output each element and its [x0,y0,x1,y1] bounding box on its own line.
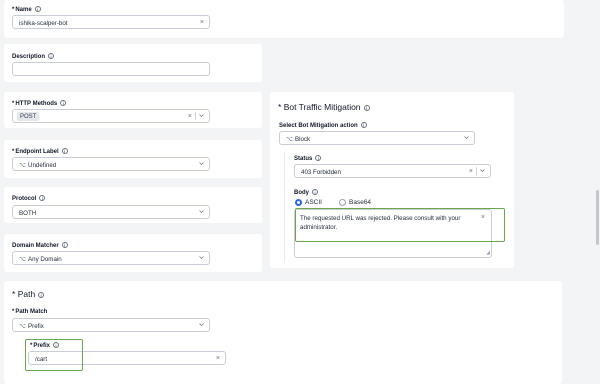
status-label: Status i [294,155,322,162]
name-value: ishika-scalper-bot [19,19,68,27]
protocol-value: BOTH [19,209,37,217]
info-icon[interactable]: i [61,242,68,248]
path-match-value: Prefix [28,322,44,330]
bot-mitigation-title: * Bot Traffic Mitigation i [278,102,370,112]
info-icon[interactable]: i [315,155,322,161]
protocol-card: Protocol i BOTH [4,187,262,223]
endpoint-label-select[interactable]: ⌥ Undefined [12,157,210,171]
chevron-down-icon[interactable] [199,113,204,118]
close-icon[interactable]: × [216,355,220,362]
ascii-radio[interactable] [295,199,302,206]
domain-matcher-card: Domain Matcher i ⌥ Any Domain [4,234,262,272]
description-card: Description i [4,44,262,82]
close-icon[interactable]: × [188,113,192,120]
chevron-down-icon[interactable] [199,322,204,327]
name-label: *Name i [12,6,41,13]
resize-handle-icon[interactable]: ◢ [486,250,490,256]
base64-radio[interactable] [339,199,346,206]
chevron-down-icon[interactable] [464,135,469,140]
chevron-down-icon[interactable] [199,161,204,166]
separator [476,167,477,175]
mitigation-action-select[interactable]: ⌥ Block [279,131,475,145]
chevron-down-icon[interactable] [199,209,204,214]
endpoint-label-card: *Endpoint Label i ⌥ Undefined [4,140,262,178]
info-icon[interactable]: i [48,53,55,59]
http-methods-select[interactable]: POST × [12,109,210,123]
path-match-label: *Path Match [12,309,48,315]
endpoint-label-label: *Endpoint Label i [12,148,68,155]
body-highlight [295,208,505,242]
path-match-select[interactable]: ⌥ Prefix [12,318,210,332]
info-icon[interactable]: i [61,148,68,154]
page-scrollbar[interactable] [596,190,599,245]
path-section-title: * Path i [12,289,45,299]
select-icon: ⌥ [286,136,293,143]
info-icon[interactable]: i [360,122,367,128]
status-select[interactable]: 403 Forbidden × [294,164,491,178]
domain-matcher-label: Domain Matcher i [12,242,68,249]
select-icon: ⌥ [19,256,26,263]
endpoint-label-value: Undefined [28,161,57,169]
ascii-label: ASCII [305,199,322,206]
protocol-label: Protocol i [12,195,46,202]
info-icon[interactable]: i [34,6,41,12]
method-chip[interactable]: POST [17,112,40,121]
info-icon[interactable]: i [363,105,370,111]
select-icon: ⌥ [19,162,26,169]
domain-matcher-select[interactable]: ⌥ Any Domain [12,251,210,265]
info-icon[interactable]: i [60,100,67,106]
chevron-down-icon[interactable] [480,168,485,173]
description-input[interactable] [12,62,210,76]
separator [195,112,196,120]
mitigation-action-value: Block [295,135,311,143]
name-input[interactable]: ishika-scalper-bot × [12,15,210,29]
chevron-down-icon[interactable] [199,255,204,260]
mitigation-action-label: Select Bot Mitigation action i [279,122,367,129]
http-methods-card: *HTTP Methods i POST × [4,92,262,128]
path-card: * Path i *Path Match ⌥ Prefix *Prefix i /c… [4,281,562,384]
description-label: Description i [12,53,55,60]
body-label: Body i [294,189,318,196]
name-card: *Name i ishika-scalper-bot × [4,0,564,38]
select-icon: ⌥ [19,323,26,330]
prefix-highlight [25,339,83,371]
close-icon[interactable]: × [200,19,204,26]
close-icon[interactable]: × [469,168,473,175]
nest-guide-line [284,152,285,262]
info-icon[interactable]: i [312,189,318,195]
http-methods-label: *HTTP Methods i [12,100,67,107]
info-icon[interactable]: i [39,195,46,201]
info-icon[interactable]: i [38,292,45,298]
status-value: 403 Forbidden [301,168,341,176]
base64-label: Base64 [349,199,372,206]
protocol-select[interactable]: BOTH [12,205,210,219]
domain-matcher-value: Any Domain [28,255,62,263]
